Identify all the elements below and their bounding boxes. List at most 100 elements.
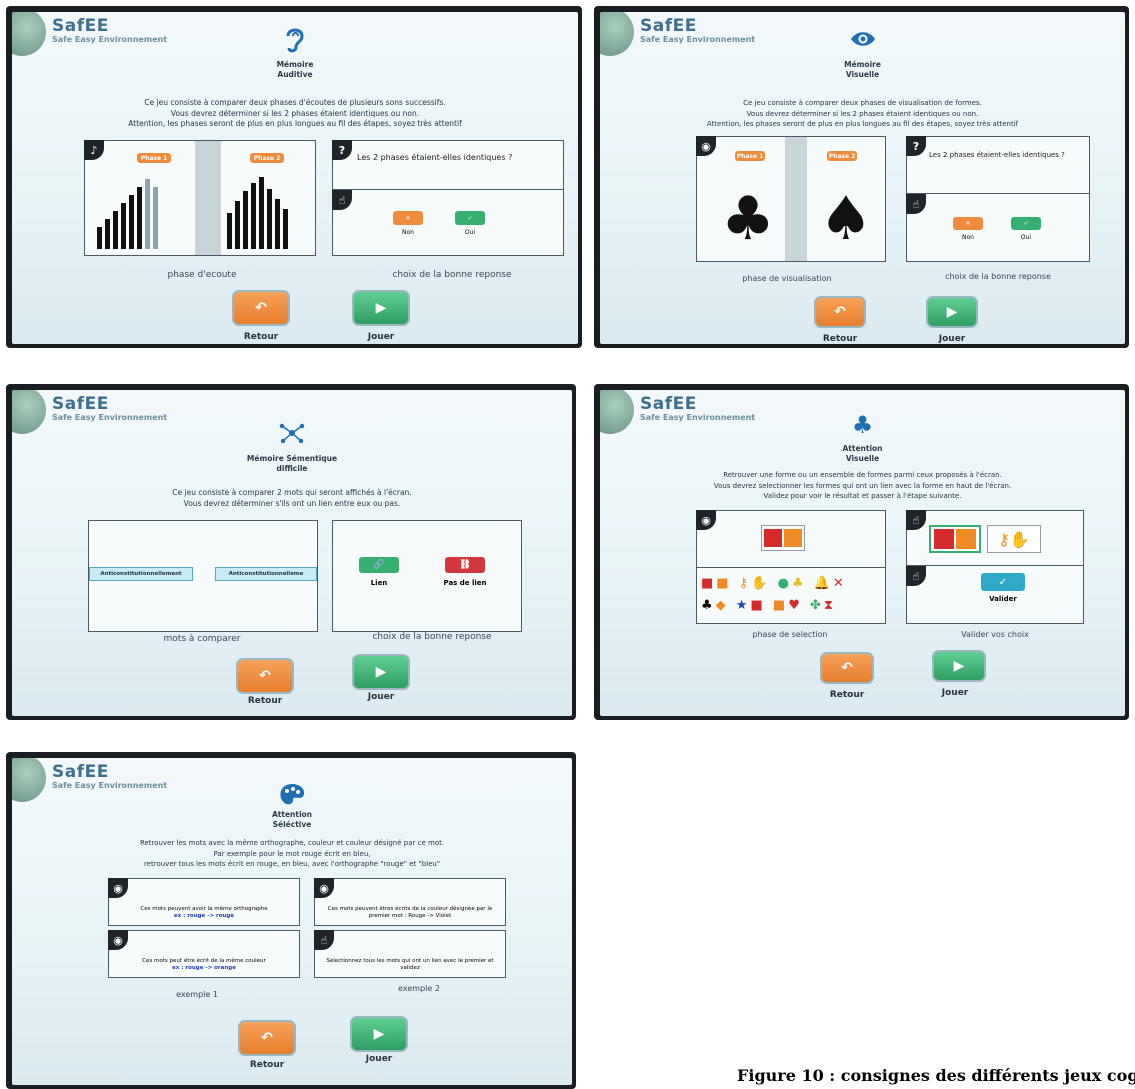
key-hand-shapes[interactable]: ⚷ ✋ [987,525,1041,553]
brand-subtitle: Safe Easy Environnement [52,35,168,44]
instruction-line: Retrouver une forme ou un ensemble de fo… [723,471,1002,479]
ear-icon [282,26,308,53]
brand-name: SafEE [52,762,109,782]
left-caption: phase de selection [752,630,828,639]
game-title: Attention Séléctive [12,810,572,830]
game-title: Mémoire Sémentique difficile [12,454,572,474]
question-text: Les 2 phases étaient-elles identiques ? [929,151,1065,159]
brain-logo-icon [12,758,46,802]
panel-divider [907,565,1083,566]
back-button[interactable]: ↶ [232,290,290,326]
instruction-line: Vous devrez déterminer s'ils ont un lien… [183,498,401,508]
example-hint: ex : rouge -> rouge [173,913,235,919]
instruction-line: Par exemple pour le mot rouge écrit en b… [213,849,371,858]
back-label: Retour [247,696,283,706]
word-1: Anticonstitutionnellement [89,567,193,581]
back-label: Retour [822,334,858,344]
game-title-line1: Mémoire [844,60,881,69]
example2-top-panel: ◉ Ces mots peuvent êtres écrits de la co… [314,878,506,926]
brand-name: SafEE [52,16,109,36]
play-button[interactable]: ▶ [352,654,410,690]
link-button[interactable]: 🔗 [359,557,399,573]
app-screen: SafEE Safe Easy Environnement Mémoire Sé… [12,390,572,716]
play-button[interactable]: ▶ [932,650,986,682]
brain-logo-icon [12,390,46,434]
back-button[interactable]: ↶ [236,658,294,694]
instructions: Ce jeu consiste à comparer deux phases d… [12,98,578,130]
screenshot-memoire-auditive: SafEE Safe Easy Environnement Mémoire Au… [6,6,582,348]
app-screen: SafEE Safe Easy Environnement Mémoire Au… [12,12,578,344]
back-button[interactable]: ↶ [238,1020,296,1056]
left-caption: phase d'ecoute [167,270,237,280]
palette-icon [279,782,305,808]
validate-panel: ☝ ⚷ ✋ ☝ ✓ Valider [906,510,1084,624]
game-title: Mémoire Auditive [12,60,578,80]
example1-top-panel: ◉ Ces mots peuvent avoir la même orthogr… [108,878,300,926]
phase-divider [195,141,221,255]
example-text: Ces mots peuvent avoir la même orthograp… [109,906,299,920]
spade-shape-icon: ♠ [819,184,873,254]
yes-button[interactable]: ✓ [1011,217,1041,230]
brand-subtitle: Safe Easy Environnement [640,413,756,422]
brand-name: SafEE [52,394,109,414]
game-title: Attention Visuelle [600,444,1125,464]
validate-button[interactable]: ✓ [981,573,1025,591]
right-caption: exemple 2 [398,984,440,993]
yes-label: Oui [464,229,476,236]
yes-button[interactable]: ✓ [455,211,485,225]
question-icon: ? [906,136,926,156]
no-link-button[interactable]: ⛓ [445,557,485,573]
right-caption: choix de la bonne reponse [945,272,1051,281]
yes-label: Oui [1020,234,1032,241]
sound-bars-phase1 [97,179,158,249]
game-title-line2: Visuelle [845,454,880,463]
example-line: Ces mots peuvent avoir la même orthograp… [140,906,268,912]
back-button[interactable]: ↶ [814,296,866,328]
selected-shapes[interactable] [929,525,981,553]
hand-pointer-icon: ☝ [906,510,926,530]
answer-choice-panel: 🔗 Lien ⛓ Pas de lien [332,520,522,632]
eye-icon: ◉ [696,510,716,530]
brain-logo-icon [600,390,634,434]
game-title-line2: Séléctive [272,820,312,829]
game-title-line1: Mémoire [276,60,314,69]
example-line: Ces mots peuvent êtres écrits de la coul… [327,906,493,919]
app-screen: SafEE Safe Easy Environnement Attention … [12,758,572,1085]
no-button[interactable]: ✕ [393,211,423,225]
instruction-line: Ce jeu consiste à comparer deux phases d… [144,98,446,107]
game-title-line2: Visuelle [845,70,880,79]
instruction-line: Vous devrez déterminer si les 2 phases é… [746,109,979,118]
play-button[interactable]: ▶ [350,1016,408,1052]
left-caption: exemple 1 [176,990,218,999]
hand-pointer-icon: ☝ [332,190,352,210]
no-label: Non [962,234,974,241]
game-title: Mémoire Visuelle [600,60,1125,80]
play-button[interactable]: ▶ [926,296,978,328]
play-label: Jouer [367,332,395,342]
ear-icon: ♪ [84,140,104,160]
instruction-line: Vous devrez déterminer si les 2 phases é… [170,108,420,118]
play-label: Jouer [367,692,395,702]
play-button[interactable]: ▶ [352,290,410,326]
selection-phase-panel: ◉ ■■ ⚷✋ ●♣ 🔔✕ ♣◆ ★■ ■♥ ✤⧗ [696,510,886,624]
hand-pointer-icon: ☝ [906,194,926,214]
shape-choices-grid[interactable]: ■■ ⚷✋ ●♣ 🔔✕ ♣◆ ★■ ■♥ ✤⧗ [701,573,847,617]
back-label: Retour [829,690,865,700]
brand-subtitle: Safe Easy Environnement [52,413,168,422]
word-2: Anticonstitutionnelleme [215,567,317,581]
eye-icon: ◉ [108,930,128,950]
no-button[interactable]: ✕ [953,217,983,230]
eye-icon [850,26,876,52]
example-line: Ces mots peut être écrit de la même coul… [142,958,266,964]
eye-icon: ◉ [696,136,716,156]
phase2-badge: Phase 2 [250,153,284,163]
eye-icon: ◉ [108,878,128,898]
back-button[interactable]: ↶ [820,652,874,684]
screenshot-memoire-semantique: SafEE Safe Easy Environnement Mémoire Sé… [6,384,576,720]
instruction-line: Validez pour voir le résultat et passer … [763,492,962,500]
brand-name: SafEE [640,16,697,36]
instructions: Ce jeu consiste à comparer deux phases d… [600,98,1125,130]
instruction-line: retrouver tous les mots écrit en rouge, … [143,860,441,868]
answer-choice-panel: ? Les 2 phases étaient-elles identiques … [906,136,1090,262]
brain-logo-icon [12,12,46,56]
